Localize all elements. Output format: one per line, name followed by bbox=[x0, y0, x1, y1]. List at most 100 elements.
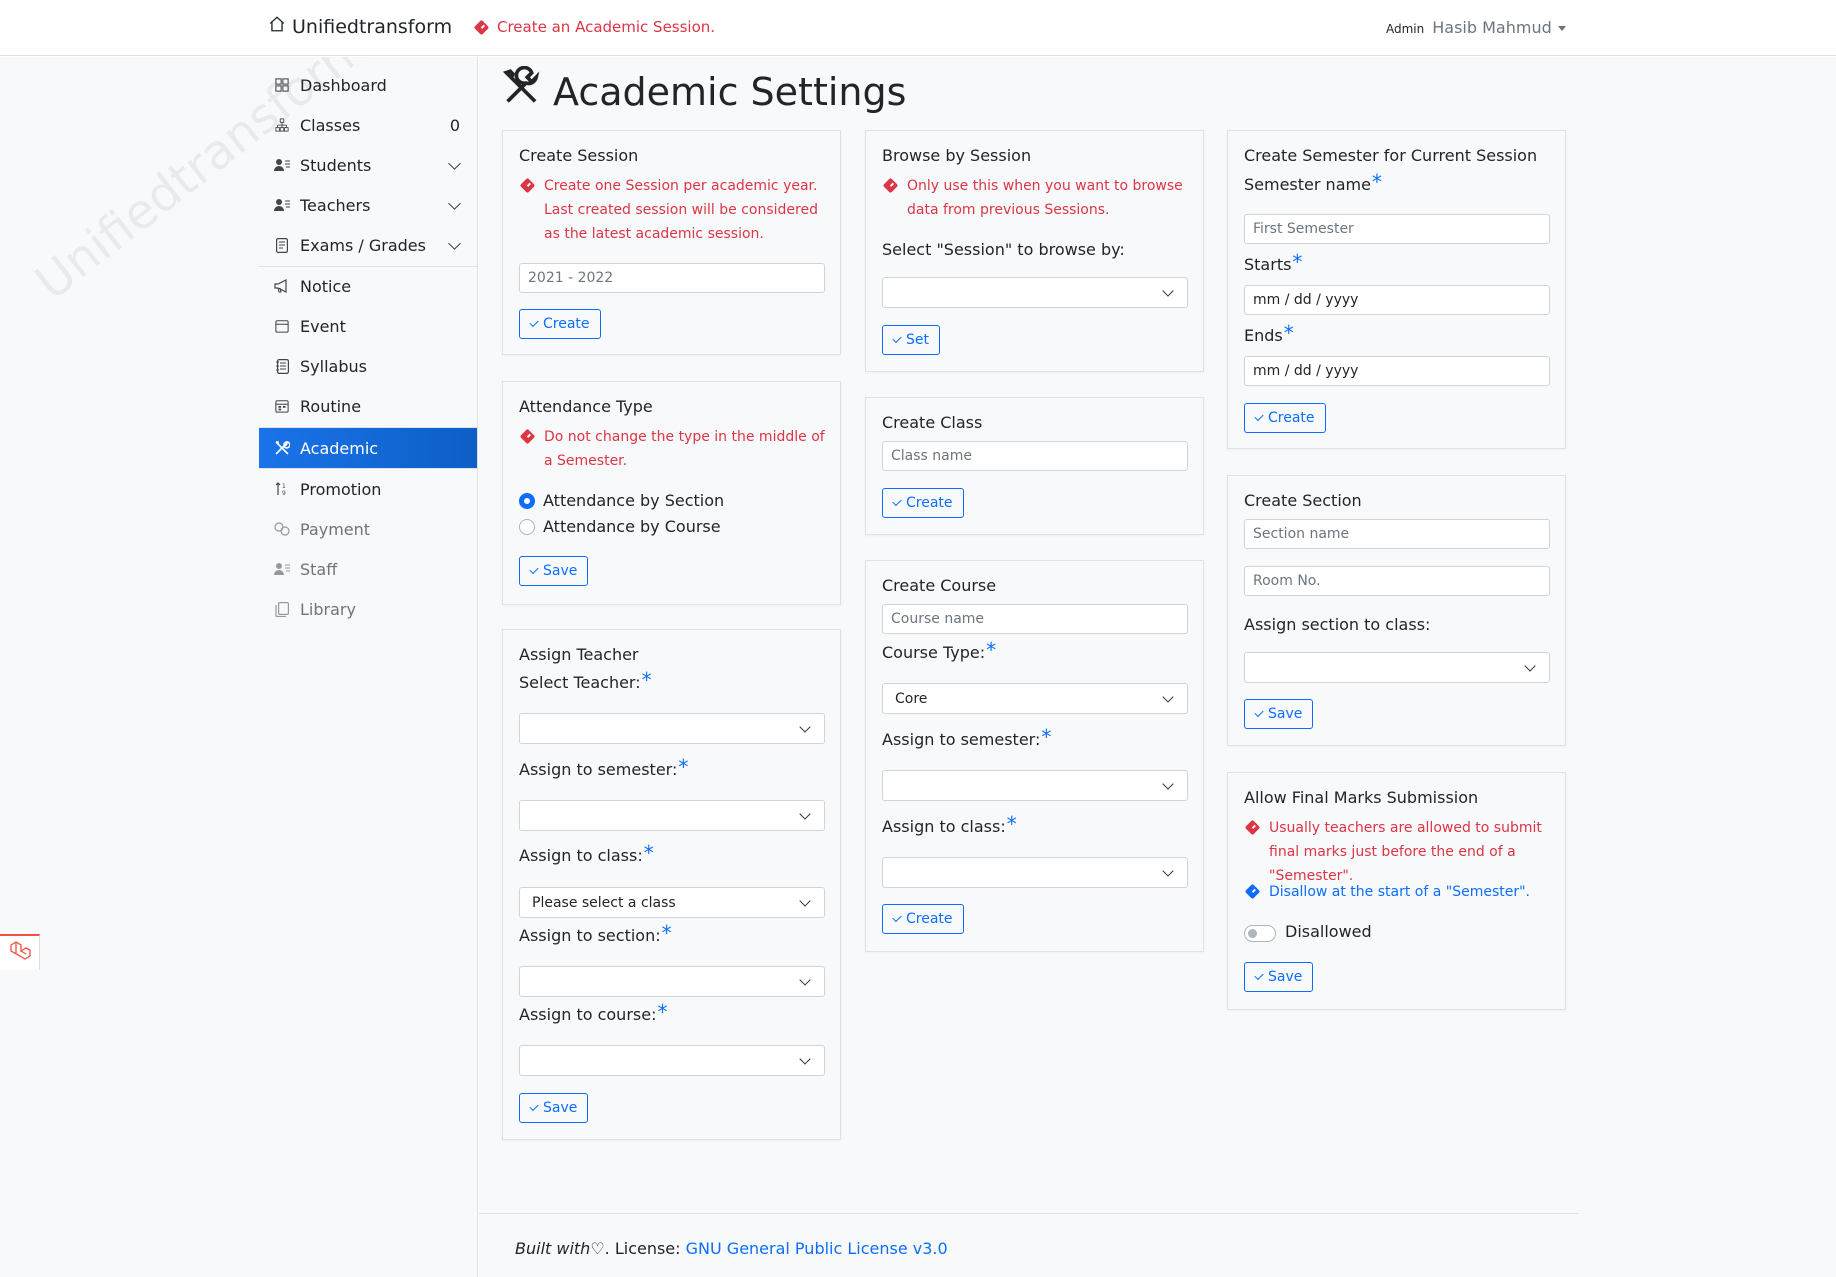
sidebar-item-notice[interactable]: Notice bbox=[259, 266, 477, 306]
save-section-button[interactable]: Save bbox=[1244, 699, 1314, 729]
attendance-by-course-radio[interactable]: Attendance by Course bbox=[519, 517, 721, 536]
sidebar-item-classes[interactable]: Classes 0 bbox=[259, 105, 477, 145]
sidebar-item-label: Payment bbox=[300, 519, 371, 539]
attendance-warning: Do not change the type in the middle of … bbox=[519, 425, 829, 473]
sidebar-item-label: Students bbox=[300, 155, 372, 175]
classes-count: 0 bbox=[449, 115, 460, 135]
calendar-icon bbox=[274, 318, 290, 334]
semester-select[interactable] bbox=[519, 800, 825, 831]
course-type-select[interactable]: Core bbox=[882, 683, 1188, 714]
course-type-label: Course Type:* bbox=[882, 638, 997, 662]
person-lines-icon bbox=[274, 561, 290, 577]
ends-date-input[interactable]: mm / dd / yyyy bbox=[1244, 356, 1550, 386]
semester-name-input[interactable]: First Semester bbox=[1244, 214, 1550, 244]
sidebar-item-dashboard[interactable]: Dashboard bbox=[259, 65, 477, 105]
sidebar-item-academic[interactable]: Academic bbox=[259, 428, 477, 468]
card-title: Create Course bbox=[882, 576, 997, 595]
diagram-icon bbox=[274, 117, 290, 133]
sidebar-item-label: Staff bbox=[300, 559, 338, 579]
save-attendance-button[interactable]: Save bbox=[519, 556, 589, 586]
sidebar-item-payment[interactable]: Payment bbox=[259, 509, 477, 549]
radio-unchecked[interactable] bbox=[519, 518, 535, 535]
caret-down-icon bbox=[1557, 26, 1566, 31]
radio-checked[interactable] bbox=[519, 492, 535, 509]
sidebar-item-event[interactable]: Event bbox=[259, 306, 477, 346]
create-semester-button[interactable]: Create bbox=[1244, 403, 1326, 433]
create-class-button[interactable]: Create bbox=[882, 488, 964, 518]
class-label: Assign to class:* bbox=[519, 841, 654, 865]
required-asterisk: * bbox=[1006, 812, 1017, 836]
course-semester-select[interactable] bbox=[882, 770, 1188, 801]
required-asterisk: * bbox=[1283, 321, 1294, 345]
sidebar-item-syllabus[interactable]: Syllabus bbox=[259, 346, 477, 386]
license-link[interactable]: GNU General Public License v3.0 bbox=[686, 1239, 948, 1258]
section-name-input[interactable]: Section name bbox=[1244, 519, 1550, 549]
teacher-select[interactable] bbox=[519, 713, 825, 744]
create-session-warning: Create one Session per academic year. La… bbox=[519, 174, 829, 246]
browse-session-select[interactable] bbox=[882, 277, 1188, 308]
create-session-button[interactable]: Create bbox=[519, 309, 601, 339]
laravel-debugbar-button[interactable] bbox=[0, 934, 40, 970]
tools-icon bbox=[501, 65, 543, 117]
sidebar-item-routine[interactable]: Routine bbox=[259, 386, 477, 426]
top-navbar: Unifiedtransform Create an Academic Sess… bbox=[0, 0, 1836, 56]
sidebar-item-label: Dashboard bbox=[300, 75, 387, 95]
set-session-button[interactable]: Set bbox=[882, 325, 940, 355]
section-select[interactable] bbox=[519, 966, 825, 997]
browse-session-card: Browse by Session Only use this when you… bbox=[865, 130, 1204, 372]
course-select[interactable] bbox=[519, 1045, 825, 1076]
footer: Built with♡. License: GNU General Public… bbox=[515, 1239, 948, 1258]
required-asterisk: * bbox=[678, 755, 689, 779]
sidebar-item-label: Promotion bbox=[300, 479, 382, 499]
sidebar-item-promotion[interactable]: 19 Promotion bbox=[259, 469, 477, 509]
final-marks-toggle[interactable] bbox=[1244, 925, 1276, 942]
required-asterisk: * bbox=[641, 668, 652, 692]
journals-icon bbox=[274, 601, 290, 617]
sidebar-item-label: Academic bbox=[300, 438, 379, 458]
brand-link[interactable]: Unifiedtransform bbox=[268, 15, 452, 38]
sidebar-item-label: Routine bbox=[300, 396, 362, 416]
exclamation-diamond-icon bbox=[473, 19, 490, 35]
session-name-input[interactable]: 2021 - 2022 bbox=[519, 263, 825, 293]
exclamation-diamond-icon bbox=[882, 177, 899, 194]
sidebar-item-exams-grades[interactable]: Exams / Grades bbox=[259, 225, 477, 265]
info-diamond-icon bbox=[1244, 883, 1261, 900]
card-title: Attendance Type bbox=[519, 397, 653, 416]
starts-date-input[interactable]: mm / dd / yyyy bbox=[1244, 285, 1550, 315]
class-select[interactable]: Please select a class bbox=[519, 887, 825, 918]
person-lines-icon bbox=[274, 197, 290, 213]
check-icon bbox=[529, 317, 539, 328]
room-number-input[interactable]: Room No. bbox=[1244, 566, 1550, 596]
save-assign-teacher-button[interactable]: Save bbox=[519, 1093, 589, 1123]
file-text-icon bbox=[274, 237, 290, 253]
megaphone-icon bbox=[274, 278, 290, 294]
exclamation-diamond-icon bbox=[1244, 819, 1261, 836]
browse-session-warning: Only use this when you want to browse da… bbox=[882, 174, 1192, 222]
course-name-input[interactable]: Course name bbox=[882, 604, 1188, 634]
final-marks-toggle-label: Disallowed bbox=[1285, 922, 1372, 941]
heart-icon: ♡ bbox=[590, 1239, 605, 1258]
user-dropdown[interactable]: Admin Hasib Mahmud bbox=[1386, 18, 1566, 37]
sidebar-item-students[interactable]: Students bbox=[259, 145, 477, 185]
sidebar-item-label: Library bbox=[300, 599, 356, 619]
browse-session-label: Select "Session" to browse by: bbox=[882, 240, 1125, 259]
sidebar-item-staff[interactable]: Staff bbox=[259, 549, 477, 589]
sidebar-item-teachers[interactable]: Teachers bbox=[259, 185, 477, 225]
select-teacher-label: Select Teacher:* bbox=[519, 668, 652, 692]
card-title: Allow Final Marks Submission bbox=[1244, 788, 1479, 807]
section-class-select[interactable] bbox=[1244, 652, 1550, 683]
save-final-marks-button[interactable]: Save bbox=[1244, 962, 1314, 992]
laravel-icon bbox=[9, 941, 31, 965]
sidebar-item-library[interactable]: Library bbox=[259, 589, 477, 629]
course-class-select[interactable] bbox=[882, 857, 1188, 888]
class-name-input[interactable]: Class name bbox=[882, 441, 1188, 471]
create-course-card: Create Course Course name Course Type:* … bbox=[865, 560, 1204, 952]
card-title: Assign Teacher bbox=[519, 645, 639, 664]
create-class-card: Create Class Class name Create bbox=[865, 397, 1204, 535]
semester-name-label: Semester name* bbox=[1244, 170, 1382, 194]
semester-label: Assign to semester:* bbox=[519, 755, 689, 779]
attendance-by-section-radio[interactable]: Attendance by Section bbox=[519, 491, 724, 510]
footer-license-prefix: . License: bbox=[604, 1239, 686, 1258]
chevron-down-icon bbox=[448, 197, 461, 210]
create-course-button[interactable]: Create bbox=[882, 904, 964, 934]
